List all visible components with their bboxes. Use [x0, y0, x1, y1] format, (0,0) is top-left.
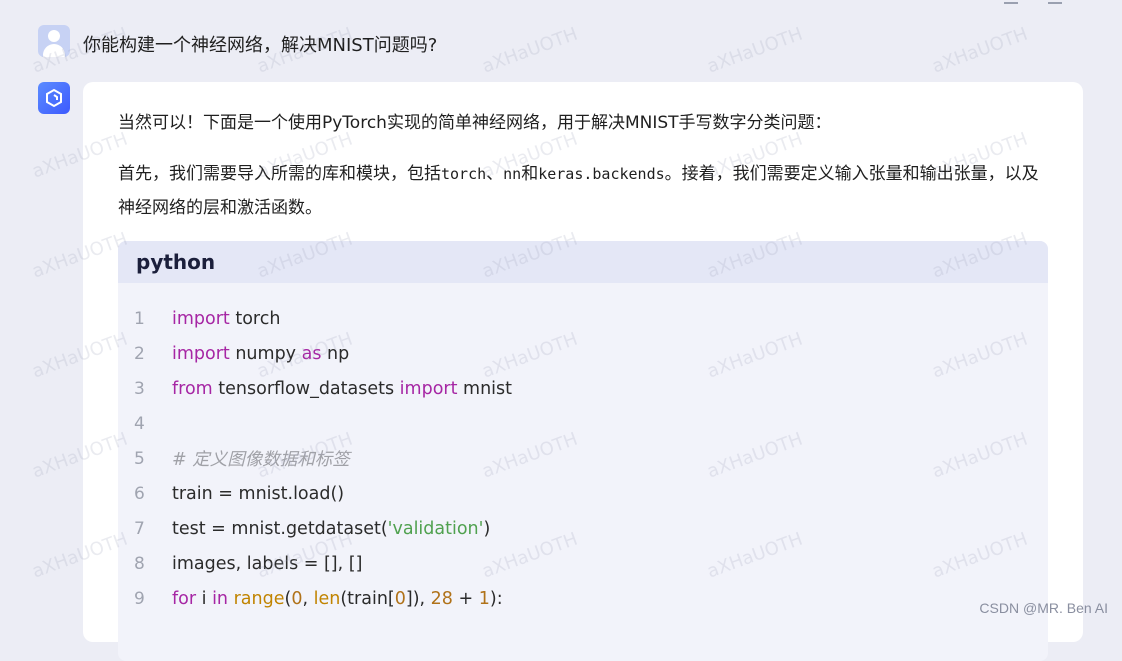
para2-prefix: 首先，我们需要导入所需的库和模块，包括 — [118, 164, 441, 184]
code-block: python 1 import torch 2 import numpy as … — [118, 241, 1048, 661]
line-number: 3 — [134, 378, 145, 399]
line-number: 7 — [134, 518, 145, 539]
line-number: 4 — [134, 413, 145, 434]
csdn-footer: CSDN @MR. Ben AI — [979, 600, 1108, 616]
inline-code-torch: torch — [441, 165, 487, 183]
bot-intro-text: 当然可以！下面是一个使用PyTorch实现的简单神经网络，用于解决MNIST手写… — [118, 113, 832, 133]
window-controls — [1004, 0, 1062, 4]
line-number: 5 — [134, 448, 145, 469]
code-line: 1 import torch — [118, 301, 1048, 336]
code-text: import numpy as np — [172, 343, 350, 364]
user-message-text: 你能构建一个神经网络，解决MNIST问题吗? — [83, 35, 438, 56]
code-text: from tensorflow_datasets import mnist — [172, 378, 512, 399]
watermark-text: aXHaUOTH — [479, 23, 581, 78]
code-line: 8 images, labels = [], [] — [118, 546, 1048, 581]
user-avatar — [38, 25, 70, 57]
watermark-text: aXHaUOTH — [929, 23, 1031, 78]
code-line: 3 from tensorflow_datasets import mnist — [118, 371, 1048, 406]
line-number: 8 — [134, 553, 145, 574]
code-line: 9 for i in range(0, len(train[0]), 28 + … — [118, 581, 1048, 616]
inline-code-nn: nn — [503, 165, 522, 183]
bot-paragraph-2: 首先，我们需要导入所需的库和模块，包括torch、nn和keras.backen… — [118, 157, 1048, 225]
user-message-row: 你能构建一个神经网络，解决MNIST问题吗? — [38, 25, 437, 57]
bot-avatar — [38, 82, 70, 114]
line-number: 9 — [134, 588, 145, 609]
minimize-icon[interactable] — [1004, 0, 1018, 4]
code-comment: # 定义图像数据和标签 — [172, 450, 350, 470]
code-lines: 1 import torch 2 import numpy as np 3 fr… — [118, 301, 1048, 616]
code-line: 5 # 定义图像数据和标签 — [118, 441, 1048, 476]
code-line: 6 train = mnist.load() — [118, 476, 1048, 511]
code-line: 7 test = mnist.getdataset('validation') — [118, 511, 1048, 546]
code-language-label: python — [118, 241, 1048, 283]
inline-code-keras: keras.backends — [538, 165, 665, 183]
line-number: 6 — [134, 483, 145, 504]
more-icon[interactable] — [1048, 0, 1062, 4]
bot-logo-icon — [46, 88, 62, 108]
code-text: for i in range(0, len(train[0]), 28 + 1)… — [172, 588, 503, 609]
bot-message-bubble: 当然可以！下面是一个使用PyTorch实现的简单神经网络，用于解决MNIST手写… — [83, 82, 1083, 661]
code-text: test = mnist.getdataset('validation') — [172, 518, 491, 539]
watermark-text: aXHaUOTH — [704, 23, 806, 78]
code-text: train = mnist.load() — [172, 483, 345, 504]
code-line: 4 — [118, 406, 1048, 441]
line-number: 1 — [134, 308, 145, 329]
code-text: images, labels = [], [] — [172, 553, 363, 574]
code-line: 2 import numpy as np — [118, 336, 1048, 371]
para2-sep1: 、 — [486, 164, 504, 184]
para2-sep2: 和 — [521, 164, 539, 184]
line-number: 2 — [134, 343, 145, 364]
code-text: import torch — [172, 308, 281, 329]
